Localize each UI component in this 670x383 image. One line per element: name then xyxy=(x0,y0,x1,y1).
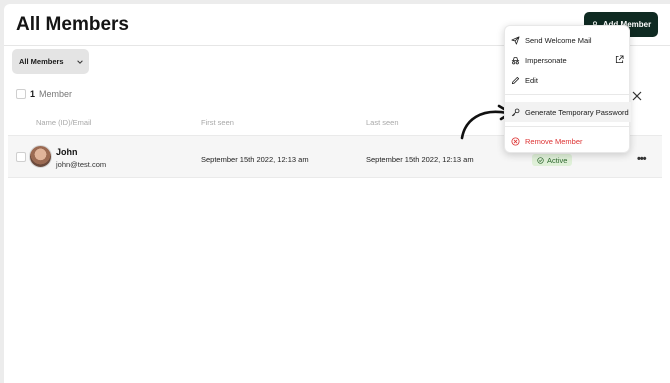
menu-item-label: Remove Member xyxy=(525,136,583,146)
menu-item-label: Generate Temporary Password xyxy=(525,107,629,117)
menu-item-remove-member[interactable]: Remove Member xyxy=(505,131,631,151)
key-icon xyxy=(511,108,520,116)
column-header-first-seen[interactable]: First seen xyxy=(201,118,234,127)
menu-divider xyxy=(505,126,631,127)
external-link-icon xyxy=(615,55,624,64)
column-header-name[interactable]: Name (ID)/Email xyxy=(36,118,91,127)
last-seen-value: September 15th 2022, 12:13 am xyxy=(366,155,474,164)
menu-item-generate-temporary-password[interactable]: Generate Temporary Password xyxy=(505,102,631,122)
avatar xyxy=(29,145,52,168)
status-badge: Active xyxy=(532,154,573,166)
menu-item-edit[interactable]: Edit xyxy=(505,70,631,90)
member-count: 1 Member xyxy=(16,89,72,99)
menu-item-impersonate[interactable]: Impersonate xyxy=(505,50,631,70)
row-checkbox[interactable] xyxy=(16,152,26,162)
incognito-icon xyxy=(511,56,520,64)
menu-item-send-welcome-mail[interactable]: Send Welcome Mail xyxy=(505,30,631,50)
more-options-icon[interactable]: ••• xyxy=(637,153,647,165)
menu-divider xyxy=(505,94,631,95)
member-name: John xyxy=(56,147,78,157)
send-icon xyxy=(511,35,520,45)
column-header-last-seen[interactable]: Last seen xyxy=(366,118,399,127)
menu-item-label: Edit xyxy=(525,75,538,85)
member-count-number: 1 xyxy=(30,89,36,99)
member-count-unit: Member xyxy=(39,89,73,99)
status-label: Active xyxy=(547,155,568,165)
check-circle-icon xyxy=(537,156,544,164)
close-icon[interactable] xyxy=(631,90,643,102)
pencil-icon xyxy=(511,76,520,84)
select-all-checkbox[interactable] xyxy=(16,89,26,99)
page-title: All Members xyxy=(16,14,129,35)
first-seen-value: September 15th 2022, 12:13 am xyxy=(201,155,309,164)
members-page: All Members Add Member All Members 1 Mem… xyxy=(4,4,670,383)
menu-item-label: Send Welcome Mail xyxy=(525,35,592,45)
chevron-down-icon xyxy=(76,59,83,64)
filter-label: All Members xyxy=(19,57,64,66)
member-email: john@test.com xyxy=(56,160,107,169)
member-actions-menu: Send Welcome Mail Impersonate Edit Gener… xyxy=(504,25,631,153)
menu-item-label: Impersonate xyxy=(525,55,567,65)
members-filter-select[interactable]: All Members xyxy=(12,49,89,74)
remove-circle-icon xyxy=(511,136,520,146)
